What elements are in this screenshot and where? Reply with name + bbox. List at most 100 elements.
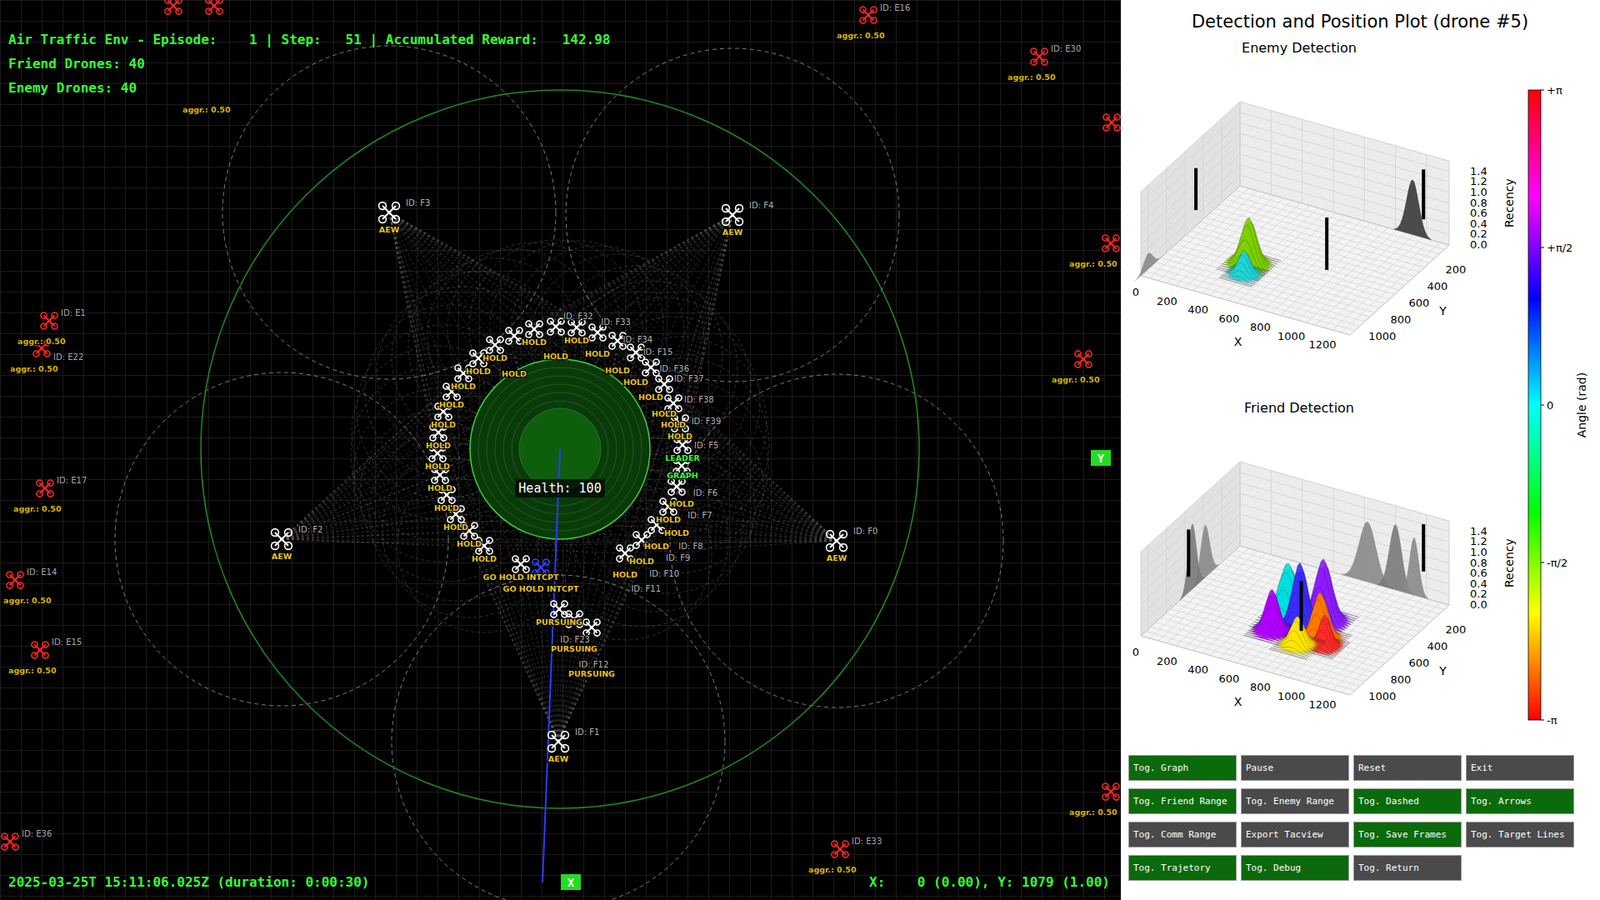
drone-arm bbox=[168, 0, 180, 12]
friend-drone[interactable] bbox=[525, 320, 543, 338]
friend-drone[interactable] bbox=[589, 324, 606, 341]
drone-status: PURSUING bbox=[568, 669, 615, 679]
toggle-button[interactable]: Tog. Return bbox=[1353, 855, 1462, 881]
toggle-button[interactable]: Tog. Save Frames bbox=[1353, 821, 1462, 848]
toggle-button[interactable]: Export Tacview bbox=[1240, 821, 1350, 848]
drone-id: ID: F8 bbox=[678, 541, 703, 551]
comm-line bbox=[389, 212, 577, 328]
drone-arm bbox=[535, 562, 547, 574]
toggle-button[interactable]: Tog. Friend Range bbox=[1128, 788, 1237, 815]
friend-drone[interactable] bbox=[668, 478, 685, 495]
drone-rotor bbox=[430, 435, 436, 441]
drone-rotor bbox=[512, 555, 519, 562]
friend-drone[interactable] bbox=[583, 619, 600, 636]
enemy-drone[interactable] bbox=[831, 840, 849, 858]
drone-rotor bbox=[525, 320, 532, 327]
toggle-button[interactable]: Tog. Graph bbox=[1128, 755, 1237, 781]
sim-view[interactable]: ID: F3AEWID: F4AEWID: F2AEWID: F0AEWID: … bbox=[0, 0, 1121, 900]
enemy-drone[interactable] bbox=[1102, 235, 1120, 252]
toggle-button[interactable]: Reset bbox=[1353, 755, 1462, 781]
toggle-button[interactable]: Tog. Debug bbox=[1240, 855, 1350, 881]
drone-rotor bbox=[1102, 783, 1109, 790]
z-tick: 1.4 bbox=[1470, 525, 1488, 538]
friend-drone[interactable] bbox=[379, 202, 400, 224]
toggle-button[interactable]: Tog. Target Lines bbox=[1465, 821, 1575, 848]
enemy-drone-icon bbox=[860, 6, 877, 24]
drone-arm bbox=[863, 10, 875, 21]
comm-line bbox=[495, 215, 733, 345]
grid-line bbox=[1270, 110, 1272, 195]
friend-drone[interactable] bbox=[486, 336, 504, 354]
drone-rotor bbox=[633, 542, 640, 549]
enemy-drone[interactable] bbox=[860, 6, 877, 24]
drone-arm bbox=[671, 481, 683, 493]
grid-line bbox=[1425, 155, 1427, 240]
drone-rotor bbox=[653, 370, 660, 376]
drone-body bbox=[556, 740, 560, 744]
friend-drone[interactable] bbox=[512, 555, 530, 573]
friend-drone[interactable] bbox=[568, 319, 585, 336]
friend-drone[interactable] bbox=[548, 731, 570, 753]
toggle-button[interactable]: Pause bbox=[1240, 755, 1350, 781]
enemy-drone[interactable] bbox=[40, 312, 58, 330]
enemy-drone[interactable] bbox=[205, 0, 223, 15]
toggle-button[interactable]: Exit bbox=[1465, 755, 1575, 781]
drone-rotor bbox=[558, 329, 565, 335]
drone-rotor bbox=[486, 347, 493, 354]
drone-arm bbox=[586, 622, 598, 634]
enemy-drone-icon bbox=[1102, 235, 1120, 252]
enemy-drone[interactable] bbox=[1030, 48, 1048, 65]
drone-arm bbox=[1106, 117, 1118, 129]
button-label: Exit bbox=[1470, 762, 1494, 774]
enemy-drone[interactable] bbox=[165, 0, 182, 15]
enemy-drone[interactable] bbox=[1075, 350, 1092, 368]
enemy-drone[interactable] bbox=[6, 571, 24, 589]
friend-drone[interactable] bbox=[627, 344, 645, 361]
drone-rotor bbox=[609, 332, 615, 339]
toggle-button[interactable]: Tog. Dashed bbox=[1353, 788, 1462, 815]
toggle-button[interactable]: Tog. Comm Range bbox=[1128, 821, 1237, 848]
enemy-drone[interactable] bbox=[36, 480, 54, 497]
drone-body bbox=[575, 325, 579, 330]
friend-drone[interactable] bbox=[826, 530, 848, 552]
grid-line bbox=[1332, 488, 1334, 573]
simulation-canvas[interactable]: ID: F3AEWID: F4AEWID: F2AEWID: F0AEWID: … bbox=[0, 0, 1121, 900]
friend-drone[interactable] bbox=[550, 600, 568, 618]
drone-arm bbox=[612, 335, 624, 347]
drone-arm bbox=[44, 315, 55, 327]
grid-line bbox=[1364, 136, 1365, 221]
enemy-drone[interactable] bbox=[31, 641, 49, 659]
detection-plot: Friend Detection020040060080010001200200… bbox=[1132, 400, 1516, 711]
friend-drone[interactable] bbox=[642, 359, 660, 376]
toggle-button[interactable]: Tog. Trajetory bbox=[1128, 855, 1237, 881]
drone-rotor bbox=[443, 383, 450, 390]
friend-drone[interactable] bbox=[722, 205, 744, 226]
drone-rotor bbox=[536, 331, 543, 338]
friend-drone[interactable] bbox=[271, 529, 293, 550]
drone-rotor bbox=[722, 205, 730, 213]
enemy-aggression: aggr.: 0.50 bbox=[836, 30, 885, 40]
drone-rotor bbox=[1113, 794, 1120, 800]
drone-rotor bbox=[583, 619, 590, 625]
friend-drone[interactable] bbox=[505, 327, 523, 345]
comm-line bbox=[389, 212, 464, 374]
enemy-id: ID: E22 bbox=[53, 352, 84, 362]
detection-plots: Detection and Position Plot (drone #5)En… bbox=[1120, 0, 1600, 750]
drone-status: HOLD bbox=[456, 539, 482, 549]
grid-line bbox=[1165, 168, 1167, 253]
friend-drone[interactable] bbox=[655, 375, 673, 393]
drone-rotor bbox=[475, 548, 482, 555]
enemy-drone[interactable] bbox=[1103, 114, 1120, 131]
drone-rotor bbox=[679, 489, 685, 495]
friend-drone[interactable] bbox=[547, 318, 565, 335]
enemy-drone[interactable] bbox=[1, 833, 19, 850]
enemy-aggression: aggr.: 0.50 bbox=[1051, 375, 1100, 385]
drone-status: HOLD bbox=[638, 392, 664, 402]
toggle-button[interactable]: Tog. Arrows bbox=[1465, 788, 1575, 815]
toggle-button[interactable]: Tog. Enemy Range bbox=[1240, 788, 1350, 815]
enemy-drone[interactable] bbox=[1102, 783, 1120, 800]
drone-arm bbox=[435, 470, 446, 481]
grid-line bbox=[1240, 461, 1241, 546]
drone-rotor bbox=[842, 840, 849, 847]
comm-line bbox=[656, 525, 837, 541]
